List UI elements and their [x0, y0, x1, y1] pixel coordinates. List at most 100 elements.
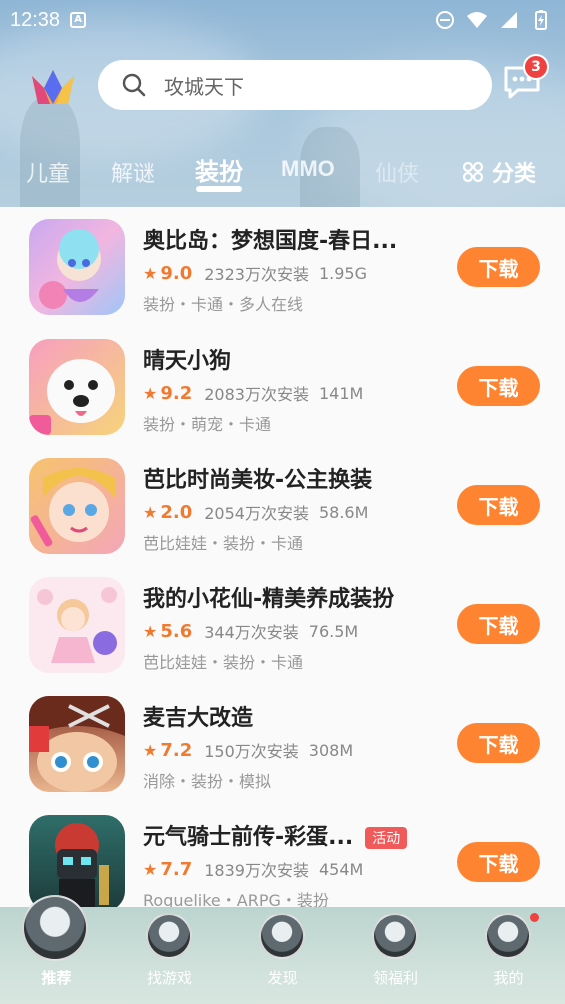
status-bar: 12:38 A: [0, 0, 565, 40]
app-title: 晴天小狗: [143, 349, 232, 374]
download-button[interactable]: 下载: [457, 247, 540, 287]
app-size: 76.5M: [308, 621, 359, 641]
message-badge: 3: [523, 54, 549, 80]
nav-benefits[interactable]: 领福利: [339, 907, 452, 1004]
nav-label: 我的: [493, 969, 524, 987]
obi-island-icon: [39, 229, 101, 309]
nav-find-games-avatar-icon: [146, 913, 192, 959]
tab-children[interactable]: 儿童: [26, 156, 70, 188]
nav-discover-avatar-icon: [259, 913, 305, 959]
search-placeholder: 攻城天下: [164, 74, 244, 99]
list-item[interactable]: 元气骑士前传-彩蛋... 活动 ★ 7.7 1839万次安装 454M Rogue…: [0, 814, 565, 907]
app-tags: 芭比娃娃・装扮・卡通: [143, 534, 304, 553]
app-installs: 2083万次安装: [204, 385, 309, 404]
app-title: 麦吉大改造: [143, 706, 254, 731]
wifi-icon: [467, 12, 487, 28]
nav-find-games[interactable]: 找游戏: [113, 907, 226, 1004]
sunny-puppy-icon: [29, 359, 115, 435]
app-icon[interactable]: [29, 577, 125, 673]
tab-dressup[interactable]: 装扮: [195, 152, 243, 187]
tab-mmo[interactable]: MMO: [281, 156, 335, 182]
game-list: 奥比岛：梦想国度-春日... ★ 9.0 2323万次安装 1.95G 装扮・卡…: [0, 207, 565, 907]
battery-icon: [535, 10, 547, 30]
category-label: 分类: [492, 162, 537, 187]
app-installs: 1839万次安装: [204, 861, 309, 880]
list-item[interactable]: 芭比时尚美妆-公主换装 ★ 2.0 2054万次安装 58.6M 芭比娃娃・装扮…: [0, 457, 565, 576]
app-title: 元气骑士前传-彩蛋... 活动: [143, 819, 408, 851]
app-rating: 2.0: [160, 501, 193, 523]
notification-a-icon: A: [70, 12, 87, 28]
app-rating: 7.2: [160, 739, 193, 761]
app-installs: 2323万次安装: [204, 265, 309, 284]
nav-mine-avatar-icon: [485, 913, 531, 959]
search-icon: [122, 73, 146, 97]
app-icon[interactable]: [29, 339, 125, 435]
star-icon: ★: [143, 383, 158, 403]
tab-puzzle[interactable]: 解谜: [111, 156, 155, 188]
nav-label: 推荐: [41, 969, 72, 987]
app-title-text: 元气骑士前传-彩蛋...: [143, 825, 354, 850]
app-title: 芭比时尚美妆-公主换装: [143, 468, 373, 493]
little-flower-fairy-icon: [37, 587, 117, 663]
star-icon: ★: [143, 502, 158, 522]
app-rating: 9.2: [160, 382, 193, 404]
nav-label: 发现: [267, 969, 298, 987]
app-size: 1.95G: [318, 263, 367, 283]
app-meta: ★ 5.6 344万次安装 76.5M: [143, 619, 358, 643]
app-icon[interactable]: [29, 696, 125, 792]
app-tags: 装扮・萌宠・卡通: [143, 415, 272, 434]
nav-recommend-avatar-icon: [22, 895, 88, 961]
nav-discover[interactable]: 发现: [226, 907, 339, 1004]
tab-xianxia[interactable]: 仙侠: [375, 156, 419, 188]
app-meta: ★ 9.2 2083万次安装 141M: [143, 381, 363, 405]
app-size: 141M: [318, 383, 364, 403]
app-installs: 2054万次安装: [204, 504, 309, 523]
download-button[interactable]: 下载: [457, 485, 540, 525]
activity-badge: 活动: [365, 827, 408, 849]
nav-benefits-avatar-icon: [372, 913, 418, 959]
download-button[interactable]: 下载: [457, 842, 540, 882]
app-size: 454M: [318, 859, 364, 879]
star-icon: ★: [143, 621, 158, 641]
nav-recommend[interactable]: 推荐: [0, 895, 113, 1004]
header: 12:38 A 攻城天下 3 儿童 解谜 装扮 MMO 仙侠 分类: [0, 0, 565, 207]
list-item[interactable]: 奥比岛：梦想国度-春日... ★ 9.0 2323万次安装 1.95G 装扮・卡…: [0, 219, 565, 338]
download-button[interactable]: 下载: [457, 723, 540, 763]
app-meta: ★ 7.7 1839万次安装 454M: [143, 857, 363, 881]
do-not-disturb-icon: [436, 11, 454, 29]
category-button[interactable]: 分类: [462, 156, 536, 188]
app-meta: ★ 9.0 2323万次安装 1.95G: [143, 261, 367, 285]
download-button[interactable]: 下载: [457, 366, 540, 406]
app-logo-icon[interactable]: [30, 66, 76, 106]
nav-label: 找游戏: [146, 969, 192, 987]
app-installs: 344万次安装: [204, 623, 299, 642]
app-icon[interactable]: [29, 815, 125, 907]
category-tabs: 儿童 解谜 装扮 MMO 仙侠 分类: [0, 148, 565, 198]
app-icon[interactable]: [29, 458, 125, 554]
barbie-makeup-icon: [30, 468, 115, 547]
app-rating: 5.6: [160, 620, 193, 642]
nav-label: 领福利: [372, 969, 418, 987]
soul-knight-icon: [55, 823, 109, 907]
list-item[interactable]: 麦吉大改造 ★ 7.2 150万次安装 308M 消除・装扮・模拟 下载: [0, 695, 565, 814]
app-tags: 消除・装扮・模拟: [143, 772, 272, 791]
app-tags: 芭比娃娃・装扮・卡通: [143, 653, 304, 672]
app-meta: ★ 7.2 150万次安装 308M: [143, 738, 353, 762]
list-item[interactable]: 我的小花仙-精美养成装扮 ★ 5.6 344万次安装 76.5M 芭比娃娃・装扮…: [0, 576, 565, 695]
bottom-navigation: 推荐 找游戏 发现 领福利 我的: [0, 895, 565, 1004]
app-installs: 150万次安装: [204, 742, 299, 761]
app-size: 308M: [308, 740, 354, 760]
nav-mine[interactable]: 我的: [452, 907, 565, 1004]
star-icon: ★: [143, 263, 158, 283]
signal-icon: [501, 12, 517, 28]
notification-dot: [530, 913, 539, 922]
app-size: 58.6M: [318, 502, 369, 522]
status-time: 12:38: [10, 8, 61, 31]
download-button[interactable]: 下载: [457, 604, 540, 644]
active-tab-indicator: [196, 186, 242, 192]
app-meta: ★ 2.0 2054万次安装 58.6M: [143, 500, 368, 524]
app-icon[interactable]: [29, 219, 125, 315]
app-rating: 9.0: [160, 262, 193, 284]
search-bar[interactable]: 攻城天下: [98, 60, 492, 110]
list-item[interactable]: 晴天小狗 ★ 9.2 2083万次安装 141M 装扮・萌宠・卡通 下载: [0, 338, 565, 457]
